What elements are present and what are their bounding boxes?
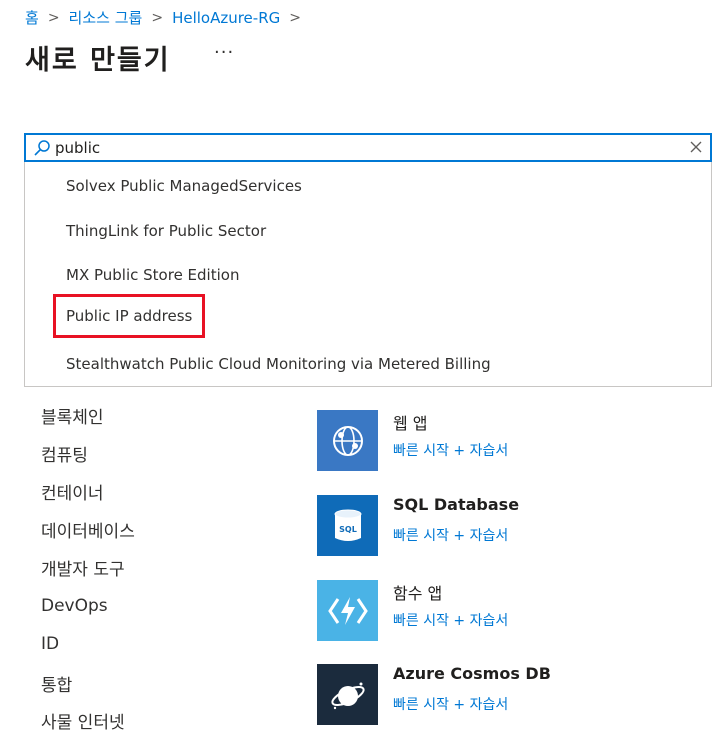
breadcrumb-home[interactable]: 홈 xyxy=(25,7,39,28)
suggestion-item[interactable]: Solvex Public ManagedServices xyxy=(66,177,302,195)
service-tile-sql-database: SQL SQL Database 빠른 시작 + 자습서 xyxy=(317,495,717,557)
breadcrumb-separator: > xyxy=(47,9,60,26)
suggestion-item[interactable]: Stealthwatch Public Cloud Monitoring via… xyxy=(66,355,491,373)
page-title: 새로 만들기 xyxy=(25,45,171,76)
category-developer-tools[interactable]: 개발자 도구 xyxy=(41,555,125,580)
search-input[interactable] xyxy=(55,136,675,159)
category-iot[interactable]: 사물 인터넷 xyxy=(41,708,125,733)
search-suggestions-dropdown: Solvex Public ManagedServices ThingLink … xyxy=(24,162,712,387)
breadcrumb-resource-group[interactable]: HelloAzure-RG xyxy=(172,9,280,27)
category-blockchain[interactable]: 블록체인 xyxy=(41,403,104,428)
quickstart-link[interactable]: 빠른 시작 + 자습서 xyxy=(393,525,508,545)
search-box[interactable] xyxy=(24,133,712,162)
quickstart-link[interactable]: 빠른 시작 + 자습서 xyxy=(393,694,508,714)
sql-database-icon[interactable]: SQL xyxy=(317,495,378,556)
suggestion-item-public-ip-address[interactable]: Public IP address xyxy=(52,294,206,338)
breadcrumb-separator: > xyxy=(289,9,301,26)
service-tile-function-app: 함수 앱 빠른 시작 + 자습서 xyxy=(317,580,717,642)
category-integration[interactable]: 통합 xyxy=(41,671,72,696)
service-name: Azure Cosmos DB xyxy=(393,664,551,683)
breadcrumb-resource-groups[interactable]: 리소스 그룹 xyxy=(69,7,143,28)
function-app-icon[interactable] xyxy=(317,580,378,641)
category-devops[interactable]: DevOps xyxy=(41,596,108,616)
cosmos-db-icon[interactable] xyxy=(317,664,378,725)
suggestion-item[interactable]: ThingLink for Public Sector xyxy=(66,222,266,240)
service-name: 웹 앱 xyxy=(393,414,428,433)
service-tile-cosmos-db: Azure Cosmos DB 빠른 시작 + 자습서 xyxy=(317,664,717,726)
category-identity[interactable]: ID xyxy=(41,634,59,654)
quickstart-link[interactable]: 빠른 시작 + 자습서 xyxy=(393,440,508,460)
category-compute[interactable]: 컴퓨팅 xyxy=(41,441,88,466)
search-icon xyxy=(34,140,50,156)
service-name: SQL Database xyxy=(393,495,520,514)
service-name: 함수 앱 xyxy=(393,584,443,603)
category-databases[interactable]: 데이터베이스 xyxy=(41,517,135,542)
svg-text:SQL: SQL xyxy=(339,525,357,534)
category-containers[interactable]: 컨테이너 xyxy=(41,479,104,504)
service-tile-web-app: 웹 앱 빠른 시작 + 자습서 xyxy=(317,410,717,472)
web-app-icon[interactable] xyxy=(317,410,378,471)
close-icon[interactable] xyxy=(689,140,703,154)
suggestion-item[interactable]: MX Public Store Edition xyxy=(66,266,239,284)
breadcrumb: 홈 > 리소스 그룹 > HelloAzure-RG > xyxy=(25,7,310,28)
breadcrumb-separator: > xyxy=(151,9,164,26)
more-options-button[interactable]: ··· xyxy=(214,42,234,63)
quickstart-link[interactable]: 빠른 시작 + 자습서 xyxy=(393,610,508,630)
